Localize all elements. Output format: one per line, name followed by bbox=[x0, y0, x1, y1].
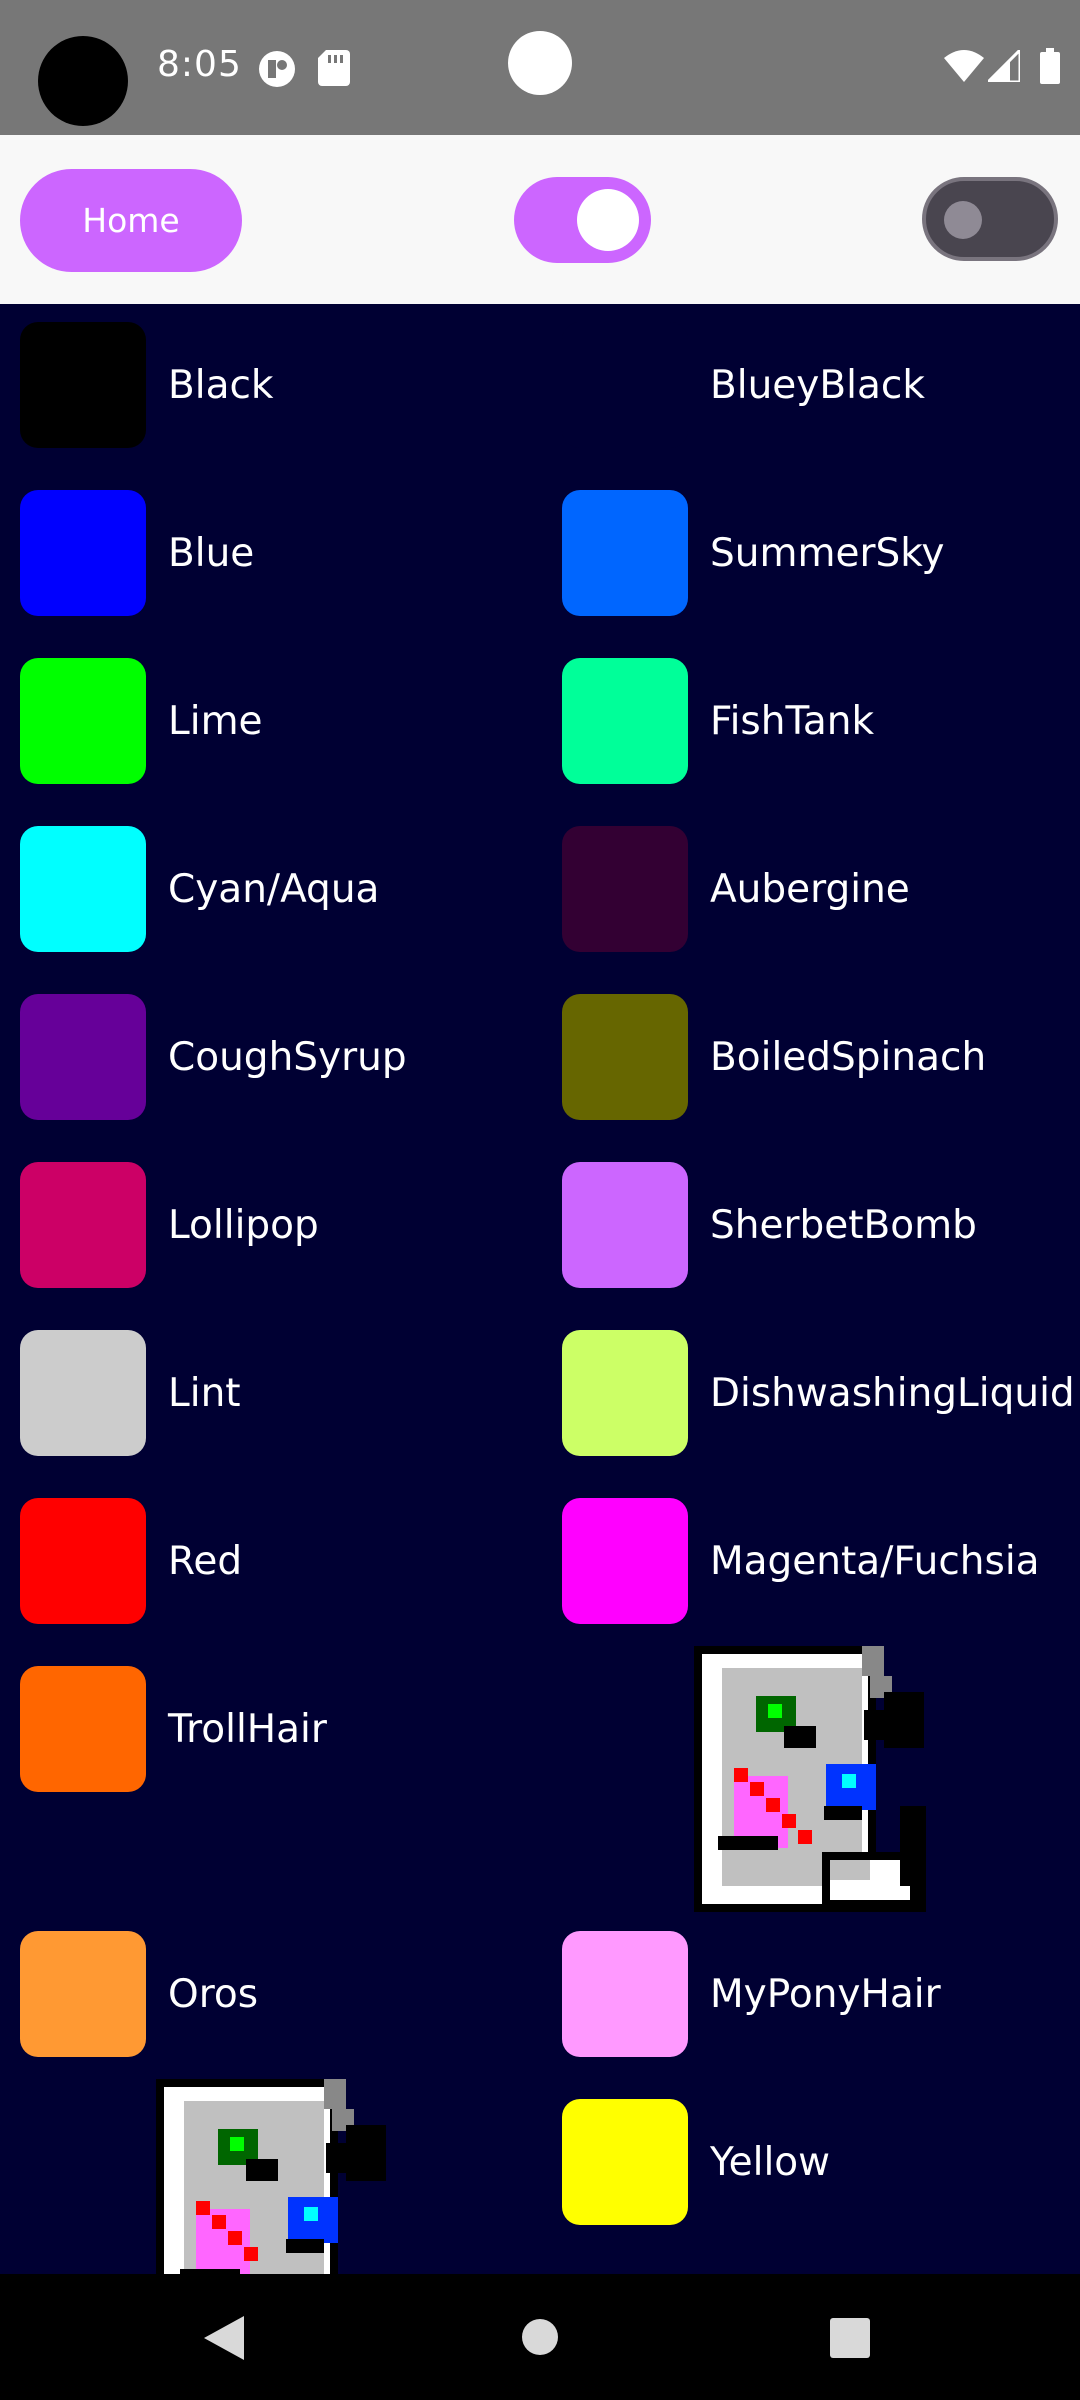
camera-cutout bbox=[38, 36, 128, 126]
toggle-knob bbox=[577, 189, 639, 251]
color-label: CoughSyrup bbox=[168, 1034, 407, 1080]
color-label: Yellow bbox=[710, 2139, 831, 2185]
color-swatch bbox=[562, 322, 688, 448]
color-swatch bbox=[20, 994, 146, 1120]
color-swatch bbox=[20, 1330, 146, 1456]
broken-image-icon bbox=[156, 2079, 388, 2274]
color-label: SherbetBomb bbox=[710, 1202, 977, 1248]
status-center-dot bbox=[508, 31, 572, 95]
color-item-boiledspinach[interactable]: BoiledSpinach bbox=[562, 994, 986, 1120]
color-swatch bbox=[20, 490, 146, 616]
color-label: TrollHair bbox=[168, 1706, 327, 1752]
color-swatch bbox=[20, 1162, 146, 1288]
color-item-coughsyrup[interactable]: CoughSyrup bbox=[20, 994, 407, 1120]
color-item-magenta-fuchsia[interactable]: Magenta/Fuchsia bbox=[562, 1498, 1040, 1624]
color-swatch bbox=[562, 1498, 688, 1624]
navigation-bar bbox=[0, 2274, 1080, 2400]
color-swatch bbox=[562, 1162, 688, 1288]
color-swatch bbox=[562, 1931, 688, 2057]
color-label: FishTank bbox=[710, 698, 875, 744]
color-label: Lint bbox=[168, 1370, 241, 1416]
color-label: Blue bbox=[168, 530, 255, 576]
color-swatch bbox=[562, 826, 688, 952]
color-swatch bbox=[20, 1666, 146, 1792]
color-label: Magenta/Fuchsia bbox=[710, 1538, 1040, 1584]
color-swatch bbox=[562, 658, 688, 784]
broken-image-icon bbox=[694, 1646, 926, 1912]
color-label: Lime bbox=[168, 698, 263, 744]
theme-toggle-on[interactable] bbox=[514, 177, 651, 263]
color-list: Black Blue Lime Cyan/Aqua CoughSyrup Lol… bbox=[0, 304, 1080, 2274]
color-item-fishtank[interactable]: FishTank bbox=[562, 658, 874, 784]
battery-icon bbox=[1040, 48, 1060, 84]
color-label: Oros bbox=[168, 1971, 259, 2017]
color-swatch bbox=[20, 658, 146, 784]
color-swatch bbox=[562, 490, 688, 616]
color-item-black[interactable]: Black bbox=[20, 322, 274, 448]
color-item-blue[interactable]: Blue bbox=[20, 490, 254, 616]
color-item-oros[interactable]: Oros bbox=[20, 1931, 258, 2057]
color-label: SummerSky bbox=[710, 530, 945, 576]
color-swatch bbox=[20, 322, 146, 448]
color-label: Cyan/Aqua bbox=[168, 866, 380, 912]
sd-card-icon bbox=[318, 50, 350, 86]
color-item-lollipop[interactable]: Lollipop bbox=[20, 1162, 319, 1288]
home-icon[interactable] bbox=[521, 2318, 559, 2356]
color-label: DishwashingLiquid bbox=[710, 1370, 1075, 1416]
color-label: Red bbox=[168, 1538, 243, 1584]
color-item-dishwashingliquid[interactable]: DishwashingLiquid bbox=[562, 1330, 1075, 1456]
color-label: BlueyBlack bbox=[710, 362, 925, 408]
color-label: Black bbox=[168, 362, 274, 408]
home-button[interactable]: Home bbox=[20, 169, 242, 272]
color-label: BoiledSpinach bbox=[710, 1034, 987, 1080]
status-bar: 8:05 bbox=[0, 0, 1080, 135]
toolbar: Home bbox=[0, 135, 1080, 304]
color-item-summersky[interactable]: SummerSky bbox=[562, 490, 945, 616]
color-swatch bbox=[562, 2099, 688, 2225]
color-item-blueyblack[interactable]: BlueyBlack bbox=[562, 322, 925, 448]
color-item-red[interactable]: Red bbox=[20, 1498, 242, 1624]
color-label: MyPonyHair bbox=[710, 1971, 941, 2017]
color-item-yellow[interactable]: Yellow bbox=[562, 2099, 830, 2225]
back-icon[interactable] bbox=[204, 2316, 244, 2360]
notification-icon bbox=[259, 51, 295, 87]
color-swatch bbox=[562, 1330, 688, 1456]
color-item-trollhair[interactable]: TrollHair bbox=[20, 1666, 327, 1792]
color-item-myponyhair[interactable]: MyPonyHair bbox=[562, 1931, 941, 2057]
color-item-lime[interactable]: Lime bbox=[20, 658, 263, 784]
color-item-aubergine[interactable]: Aubergine bbox=[562, 826, 910, 952]
color-swatch bbox=[562, 994, 688, 1120]
wifi-icon bbox=[944, 50, 984, 82]
color-label: Aubergine bbox=[710, 866, 910, 912]
color-item-sherbetbomb[interactable]: SherbetBomb bbox=[562, 1162, 977, 1288]
color-swatch bbox=[20, 1498, 146, 1624]
toggle-knob bbox=[944, 201, 982, 239]
recents-icon[interactable] bbox=[830, 2318, 870, 2358]
status-time: 8:05 bbox=[157, 44, 242, 85]
color-label: Lollipop bbox=[168, 1202, 319, 1248]
signal-icon bbox=[988, 50, 1020, 82]
color-swatch bbox=[20, 1931, 146, 2057]
color-item-cyan-aqua[interactable]: Cyan/Aqua bbox=[20, 826, 379, 952]
mode-toggle-off[interactable] bbox=[922, 177, 1058, 261]
color-swatch bbox=[20, 826, 146, 952]
color-item-lint[interactable]: Lint bbox=[20, 1330, 241, 1456]
